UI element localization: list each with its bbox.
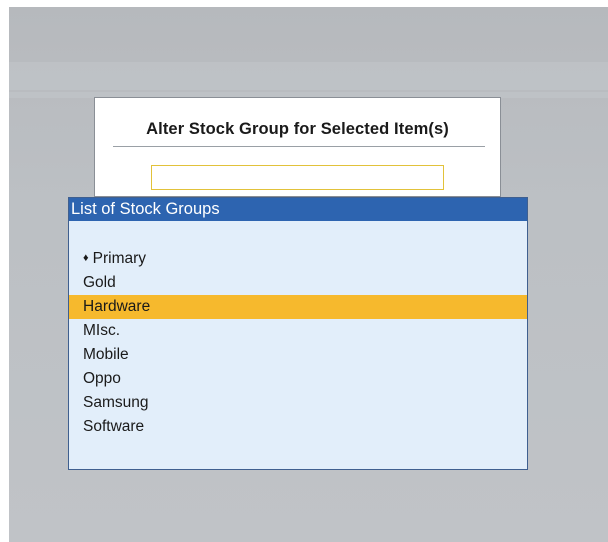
list-item-software[interactable]: Software (69, 415, 527, 439)
list-item-label: MIsc. (83, 322, 121, 339)
list-item-label: Gold (83, 274, 116, 291)
list-item-samsung[interactable]: Samsung (69, 391, 527, 415)
background-band (9, 62, 608, 90)
alter-stock-group-dialog: Alter Stock Group for Selected Item(s) (94, 97, 501, 197)
stock-group-list: ♦ Primary Gold Hardware MIsc. Mobile Oppo… (69, 247, 527, 439)
title-divider (113, 146, 485, 147)
list-item-label: Mobile (83, 346, 129, 363)
list-item-label: Software (83, 418, 145, 435)
list-item-label: Primary (92, 250, 147, 267)
list-header: List of Stock Groups (69, 198, 527, 221)
stock-group-list-panel: List of Stock Groups ♦ Primary Gold Hardw… (68, 197, 528, 470)
list-item-primary[interactable]: ♦ Primary (69, 247, 527, 271)
list-item-label: Samsung (83, 394, 149, 411)
diamond-bullet-icon: ♦ (83, 252, 89, 264)
list-item-gold[interactable]: Gold (69, 271, 527, 295)
list-item-label: Hardware (83, 298, 151, 315)
list-item-label: Oppo (83, 370, 121, 387)
dialog-title: Alter Stock Group for Selected Item(s) (146, 120, 449, 138)
list-item-mobile[interactable]: Mobile (69, 343, 527, 367)
list-item-misc[interactable]: MIsc. (69, 319, 527, 343)
list-item-oppo[interactable]: Oppo (69, 367, 527, 391)
list-item-hardware[interactable]: Hardware (69, 295, 527, 319)
stock-group-input[interactable] (151, 165, 444, 190)
